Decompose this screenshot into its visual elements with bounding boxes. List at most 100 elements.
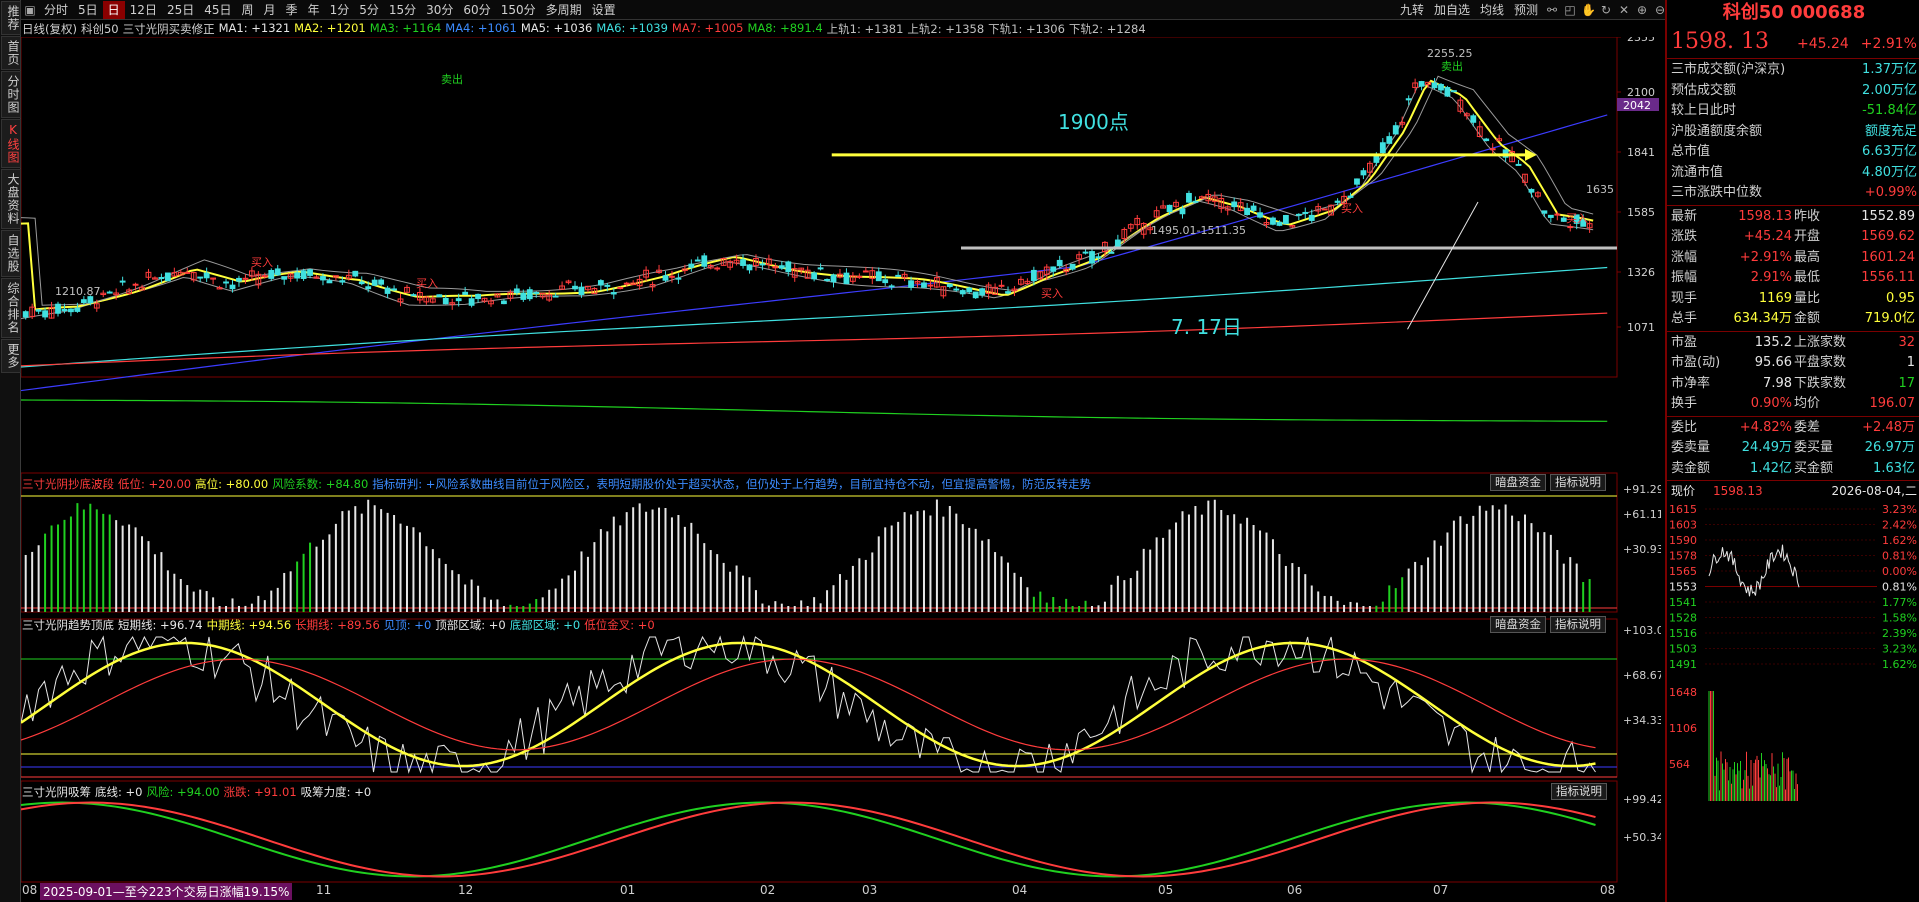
candle-body [268, 270, 275, 279]
market-row-5: 流通市值 4.80万亿 [1671, 163, 1917, 184]
nav-item-5[interactable]: 自选股 [1, 230, 21, 277]
candle-body [921, 282, 927, 288]
quote-cell: 总手 634.34万 [1671, 309, 1794, 330]
candle-body [1438, 84, 1444, 91]
mini-left-tick: 1491 [1669, 658, 1697, 671]
period-11[interactable]: 5分 [354, 1, 384, 19]
candle-body [1360, 170, 1367, 176]
sub1-button-0[interactable]: 暗盘资金 [1490, 474, 1546, 491]
candle-body [882, 279, 889, 284]
period-14[interactable]: 60分 [458, 1, 495, 19]
zoom-in-icon[interactable]: ⊕ [1635, 3, 1649, 17]
period-9[interactable]: 年 [303, 1, 325, 19]
date-label-5: 02 [760, 883, 776, 897]
sub1-tick-2: +30.93 [1623, 543, 1661, 556]
mini-right-tick: 0.81% [1882, 581, 1917, 594]
quote-label: 上涨家数 [1794, 334, 1847, 350]
refresh-icon[interactable]: ↻ [1599, 3, 1613, 17]
sub2-button-1[interactable]: 指标说明 [1550, 616, 1606, 633]
candle-body [824, 278, 830, 281]
period-1[interactable]: 5日 [73, 1, 103, 19]
annotation-717: 7. 17日 [1171, 315, 1242, 339]
y-tick-label-3: 1585 [1627, 206, 1655, 219]
candle-body [1089, 251, 1095, 264]
candle-body [294, 272, 301, 279]
quote-value: 719.0亿 [1864, 311, 1915, 326]
period-17[interactable]: 设置 [587, 1, 621, 19]
period-10[interactable]: 1分 [325, 1, 355, 19]
mini-left-tick: 1516 [1669, 627, 1697, 640]
mini-left-tick: 1603 [1669, 519, 1697, 532]
quote-value: 7.98 [1763, 375, 1792, 391]
quote-label: 均价 [1794, 396, 1821, 411]
candle-body [895, 274, 902, 277]
candle-body [946, 283, 953, 287]
vol-tick: 1106 [1669, 722, 1697, 735]
quote-label: 现手 [1671, 290, 1698, 306]
period-8[interactable]: 季 [281, 1, 303, 19]
market-value: 4.80万亿 [1862, 164, 1917, 180]
sub1-button-1[interactable]: 指标说明 [1550, 474, 1606, 491]
period-16[interactable]: 多周期 [541, 1, 587, 19]
candle-body [578, 286, 585, 295]
chart-canvas[interactable]: 1900点 7. 17日 1495.01-1511.35 2255.25 1210.87… [21, 37, 1661, 883]
period-13[interactable]: 30分 [421, 1, 458, 19]
candle-body [274, 268, 281, 276]
quote-cell: 委比 +4.82% [1671, 418, 1794, 439]
sub3-button-0[interactable]: 指标说明 [1551, 783, 1607, 800]
candle-body [875, 271, 882, 282]
sell-marker-1: 卖出 [1441, 59, 1463, 73]
nav-item-3[interactable]: K线图 [1, 119, 21, 168]
market-label: 预估成交额 [1671, 82, 1737, 98]
period-6[interactable]: 周 [237, 1, 259, 19]
candle-body [307, 269, 313, 276]
market-value: 额度充足 [1864, 123, 1917, 139]
period-4[interactable]: 25日 [162, 1, 199, 19]
candle-body [119, 280, 126, 283]
nav-item-0[interactable]: 推荐 [1, 1, 21, 35]
close-icon[interactable]: ✕ [1617, 3, 1631, 17]
quote-value: 634.34万 [1733, 311, 1793, 326]
candle-body [61, 308, 68, 312]
sub3-buttons: 指标说明 [1551, 783, 1607, 800]
nav-item-2[interactable]: 分时图 [1, 71, 21, 118]
quote-label: 市盈 [1671, 334, 1698, 350]
stat_pairs-row-1: 市盈(动) 95.66 平盘家数 1 [1671, 353, 1917, 374]
candle-body [1276, 221, 1283, 226]
sub1-name: 三寸光阴抄底波段 [22, 477, 114, 491]
quote_pairs-row-5: 总手 634.34万 金额 719.0亿 [1671, 309, 1917, 330]
low-label: 1210.87 [55, 285, 101, 298]
intraday-mini-chart[interactable]: 1615 3.23% 1603 2.42% 1590 1.62% 1578 0.81% 1565… [1667, 501, 1919, 831]
period-3[interactable]: 12日 [125, 1, 162, 19]
nav-item-4[interactable]: 大盘资料 [1, 169, 21, 229]
date-label-1: 2025-09-01—至今223个交易日涨幅19.15% [40, 883, 293, 900]
candle-body [1354, 178, 1360, 185]
period-2[interactable]: 日 [102, 0, 125, 19]
period-5[interactable]: 45日 [199, 1, 236, 19]
candle-body [358, 281, 365, 285]
period-7[interactable]: 月 [259, 1, 281, 19]
market-row-0: 三市成交额(沪深京) 1.37万亿 [1671, 60, 1917, 81]
toolbar-right-0[interactable]: 九转 [1395, 1, 1429, 19]
toolbar-right-1[interactable]: 加自选 [1429, 1, 1475, 19]
period-0[interactable]: 分时 [39, 1, 73, 19]
quote-cell: 金额 719.0亿 [1794, 309, 1917, 330]
sub2-button-0[interactable]: 暗盘资金 [1490, 616, 1546, 633]
toolbar-right-2[interactable]: 均线 [1475, 1, 1509, 19]
mini-right-tick: 2.39% [1882, 627, 1917, 640]
order-grid: 委比 +4.82% 委差 +2.48万 委卖量 24.49万 委买量 26.97万 卖金额 1.4… [1667, 417, 1919, 481]
toolbar-right-3[interactable]: 预测 [1509, 1, 1543, 19]
nav-item-6[interactable]: 综合排名 [1, 278, 21, 338]
nav-item-1[interactable]: 首页 [1, 36, 21, 70]
hand-icon[interactable]: ✋ [1581, 3, 1596, 17]
menu-icon[interactable]: ▣ [23, 3, 37, 17]
period-12[interactable]: 15分 [384, 1, 421, 19]
nav-item-7[interactable]: 更多 [1, 339, 21, 373]
quote-cell: 开盘 1569.62 [1794, 227, 1917, 248]
quote-cell: 量比 0.95 [1794, 289, 1917, 310]
screenshot-icon[interactable]: ◰ [1563, 3, 1577, 17]
annotation-pointer [1407, 201, 1479, 330]
period-15[interactable]: 150分 [496, 1, 541, 19]
link-icon[interactable]: ⚯ [1545, 3, 1559, 17]
candle-body [1405, 98, 1412, 101]
